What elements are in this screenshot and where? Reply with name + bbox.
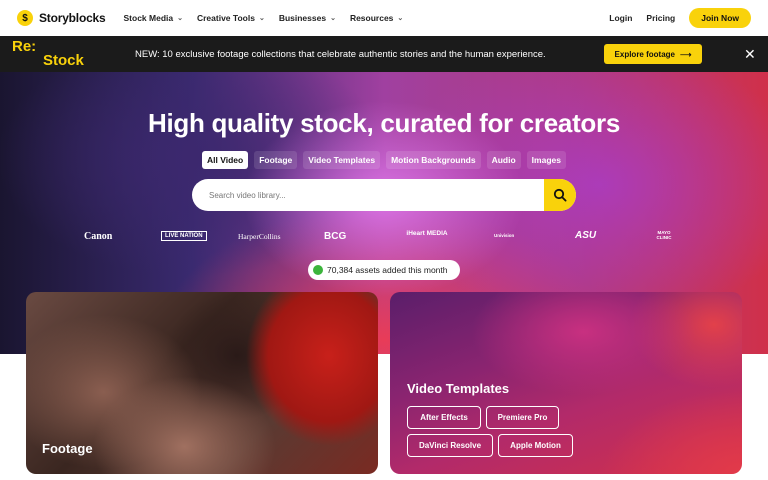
brand-logo-asu: ASU [575,230,597,241]
brand-logo-univision: Univision [494,233,515,238]
nav-creative-tools[interactable]: Creative Tools ⌄ [197,13,265,23]
chevron-down-icon: ⌄ [177,15,183,22]
davinci-resolve-button[interactable]: DaVinci Resolve [407,434,493,457]
logo-text: Storyblocks [39,11,106,25]
filter-all-video[interactable]: All Video [202,151,249,169]
after-effects-button[interactable]: After Effects [407,406,481,429]
brand-logo-canon: Canon [84,231,113,242]
footage-card[interactable]: Footage [26,292,378,474]
top-nav: $ Storyblocks Stock Media ⌄ Creative Tool… [0,0,768,36]
filter-video-templates[interactable]: Video Templates [303,151,381,169]
nav-businesses[interactable]: Businesses ⌄ [279,13,336,23]
search-icon [553,188,567,202]
filter-motion-backgrounds[interactable]: Motion Backgrounds [386,151,481,169]
hero-title: High quality stock, curated for creators [147,108,620,138]
filter-audio[interactable]: Audio [486,151,521,169]
assets-added-text: 70,384 assets added this month [327,265,448,275]
footage-card-title: Footage [42,441,93,456]
nav-item-label: Creative Tools [196,13,255,23]
nav-item-label: Resources [349,13,394,23]
close-icon[interactable]: ✕ [744,46,756,63]
explore-footage-button[interactable]: Explore footage ⟶ [604,44,702,64]
brand-logo-mayo-clinic: MAYO CLINIC [656,230,672,240]
arrow-right-icon: ⟶ [679,49,692,59]
login-link[interactable]: Login [609,13,632,23]
filter-footage[interactable]: Footage [254,151,298,169]
promo-banner: Re: Stock NEW: 10 exclusive footage coll… [0,36,768,72]
assets-added-badge: 70,384 assets added this month [308,260,460,280]
restock-line2: Stock [43,52,84,69]
search-button[interactable] [544,179,576,211]
search-input[interactable] [209,190,509,200]
pricing-link[interactable]: Pricing [646,13,675,23]
apple-motion-button[interactable]: Apple Motion [498,434,573,457]
brand-logo-bcg: BCG [324,231,347,242]
nav-stock-media[interactable]: Stock Media ⌄ [124,13,183,23]
brand-logo-live-nation: LIVE NATION [161,231,207,241]
nav-item-label: Stock Media [123,13,174,23]
status-dot-icon [313,265,323,275]
search-bar [192,179,576,211]
join-now-button[interactable]: Join Now [689,8,751,28]
nav-resources[interactable]: Resources ⌄ [350,13,403,23]
client-logos: Canon LIVE NATION HarperCollins BCG iHea… [0,228,768,248]
brand-logo-iheartmedia: iHeart MEDIA [406,230,448,237]
banner-text: NEW: 10 exclusive footage collections th… [135,49,546,60]
explore-footage-label: Explore footage [614,49,675,59]
video-templates-card[interactable]: Video Templates After Effects Premiere P… [390,292,742,474]
storyblocks-logo[interactable]: $ Storyblocks [17,10,106,26]
nav-item-label: Businesses [278,13,327,23]
logo-icon: $ [17,10,33,26]
video-templates-card-title: Video Templates [407,381,510,396]
chevron-down-icon: ⌄ [397,15,404,22]
media-filter-tabs: All Video Footage Video Templates Motion… [0,151,768,169]
chevron-down-icon: ⌄ [258,15,265,22]
filter-images[interactable]: Images [526,151,566,169]
brand-logo-harpercollins: HarperCollins [238,232,281,241]
restock-logo: Re: Stock [12,39,84,69]
premiere-pro-button[interactable]: Premiere Pro [486,406,559,429]
chevron-down-icon: ⌄ [330,15,336,22]
